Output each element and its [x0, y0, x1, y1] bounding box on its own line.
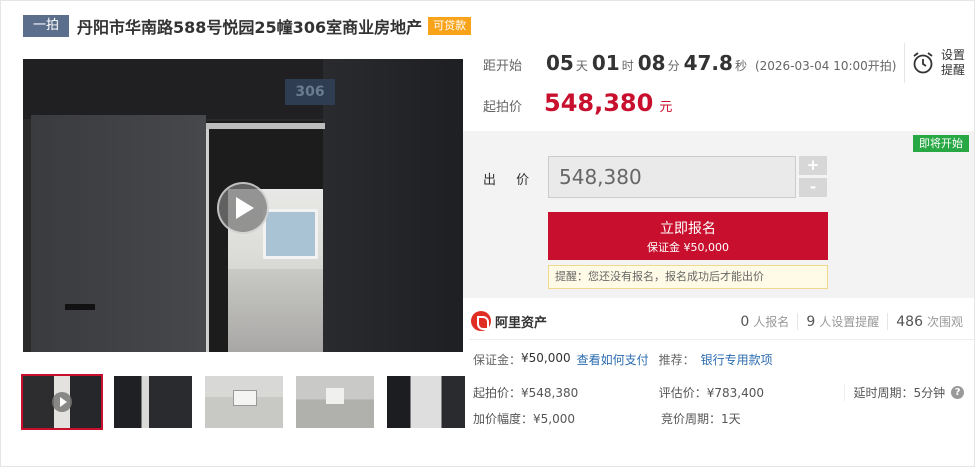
- countdown-seconds: 47.8: [683, 51, 733, 75]
- loan-tag: 可贷款: [428, 17, 472, 35]
- register-button[interactable]: 立即报名 保证金 ¥50,000: [548, 212, 828, 260]
- thumbnail-4[interactable]: [296, 376, 374, 428]
- signups-label: 人报名: [753, 314, 790, 329]
- reminders-count: 9: [806, 313, 816, 330]
- start-price-label: 起拍价: [483, 100, 523, 115]
- stat-group: 0 人报名 9 人设置提醒 486 次围观: [732, 312, 971, 330]
- decrease-bid-button[interactable]: -: [799, 178, 827, 197]
- photo-door-leaf: [31, 115, 206, 352]
- photo-door-handle: [65, 304, 95, 310]
- play-icon[interactable]: [217, 182, 269, 234]
- countdown-minutes: 08: [637, 51, 666, 75]
- details-row: 起拍价：¥548,380 评估价：¥783,400 延时周期：5分钟 ?: [473, 379, 973, 405]
- countdown-hours-unit: 时: [621, 59, 634, 73]
- start-price-unit: 元: [659, 100, 673, 115]
- deposit-label: 保证金：: [473, 353, 522, 367]
- photo-wall: [323, 59, 463, 352]
- register-button-label: 立即报名: [660, 221, 716, 237]
- deposit-value: ¥50,000: [521, 351, 571, 365]
- detail-delay-period: 延时周期：5分钟: [853, 385, 946, 400]
- platform-name: 阿里资产: [495, 315, 548, 331]
- start-price: 起拍价 548,380 元: [483, 89, 672, 117]
- thumbnail-5[interactable]: [387, 376, 465, 428]
- photo-door-frame-top: [203, 123, 325, 129]
- bank-account-link[interactable]: 银行专用款项: [701, 351, 773, 368]
- round-tag: 一拍: [23, 15, 70, 37]
- stats-row: 阿里资产 0 人报名 9 人设置提醒 486 次围观: [471, 305, 971, 337]
- page-title: 丹阳市华南路588号悦园25幢306室商业房地产: [77, 18, 423, 37]
- info-icon[interactable]: ?: [951, 385, 965, 399]
- signups-stat: 0 人报名: [732, 313, 797, 330]
- countdown-hours: 01: [591, 51, 620, 75]
- ali-assets-logo[interactable]: 阿里资产: [471, 311, 547, 331]
- countdown-label: 距开始: [483, 59, 523, 74]
- register-hint: 提醒：您还没有报名，报名成功后才能出价: [548, 265, 828, 289]
- deposit-row: 保证金： ¥50,000 查看如何支付 推荐： 银行专用款项: [473, 351, 773, 368]
- views-stat: 486 次围观: [887, 312, 971, 330]
- reminders-stat: 9 人设置提醒: [797, 312, 887, 330]
- signups-count: 0: [740, 313, 750, 330]
- door-sign: 306: [285, 79, 335, 105]
- auction-details: 起拍价：¥548,380 评估价：¥783,400 延时周期：5分钟 ? 加价幅…: [473, 379, 973, 431]
- thumbnail-1[interactable]: [21, 374, 103, 430]
- alarm-clock-icon: [913, 52, 933, 74]
- thumbnail-3[interactable]: [205, 376, 283, 428]
- photo-window: [263, 209, 318, 259]
- detail-delay-period-cell: 延时周期：5分钟 ?: [844, 383, 973, 401]
- countdown-days-unit: 天: [575, 59, 588, 73]
- bid-amount-input[interactable]: 548,380: [548, 156, 796, 198]
- views-label: 次围观: [926, 314, 963, 329]
- detail-bid-period: 竞价周期：1天: [661, 411, 741, 426]
- ali-assets-logo-icon: [471, 311, 491, 331]
- thumbnail-2[interactable]: [114, 376, 192, 428]
- status-badge: 即将开始: [913, 135, 969, 152]
- title-bar: 一拍 丹阳市华南路588号悦园25幢306室商业房地产 可贷款: [23, 13, 472, 39]
- thumbnail-strip: [21, 374, 478, 430]
- start-time-note: (2026-03-04 10:00开拍): [754, 59, 897, 73]
- detail-increment: 加价幅度：¥5,000: [473, 411, 575, 426]
- recommend-label: 推荐：: [658, 353, 695, 367]
- divider: [469, 339, 974, 340]
- bid-panel: 即将开始 出 价 548,380 + - 立即报名 保证金 ¥50,000 提醒…: [463, 131, 974, 298]
- photo-floor: [228, 269, 323, 352]
- auction-page: 一拍 丹阳市华南路588号悦园25幢306室商业房地产 可贷款 306 距开始 …: [0, 0, 975, 467]
- countdown: 距开始 05 天 01 时 08 分 47.8 秒 (2026-03-04 10…: [483, 51, 903, 81]
- increase-bid-button[interactable]: +: [799, 156, 827, 175]
- play-icon: [52, 392, 72, 412]
- countdown-minutes-unit: 分: [667, 59, 680, 73]
- countdown-seconds-unit: 秒: [734, 59, 747, 73]
- start-price-value: 548,380: [544, 89, 654, 117]
- bid-label: 出 价: [483, 173, 538, 188]
- how-to-pay-link[interactable]: 查看如何支付: [577, 351, 649, 368]
- reminders-label: 人设置提醒: [819, 314, 880, 329]
- set-reminder-label: 设置提醒: [941, 48, 966, 77]
- register-deposit: 保证金 ¥50,000: [647, 241, 729, 254]
- countdown-days: 05: [546, 51, 574, 75]
- set-reminder-button[interactable]: 设置提醒: [904, 43, 972, 83]
- details-row: 加价幅度：¥5,000 竞价周期：1天: [473, 405, 973, 431]
- detail-appraisal: 评估价：¥783,400: [658, 385, 764, 400]
- main-photo[interactable]: 306: [23, 59, 463, 352]
- views-count: 486: [896, 313, 923, 330]
- detail-start-price: 起拍价：¥548,380: [473, 385, 579, 400]
